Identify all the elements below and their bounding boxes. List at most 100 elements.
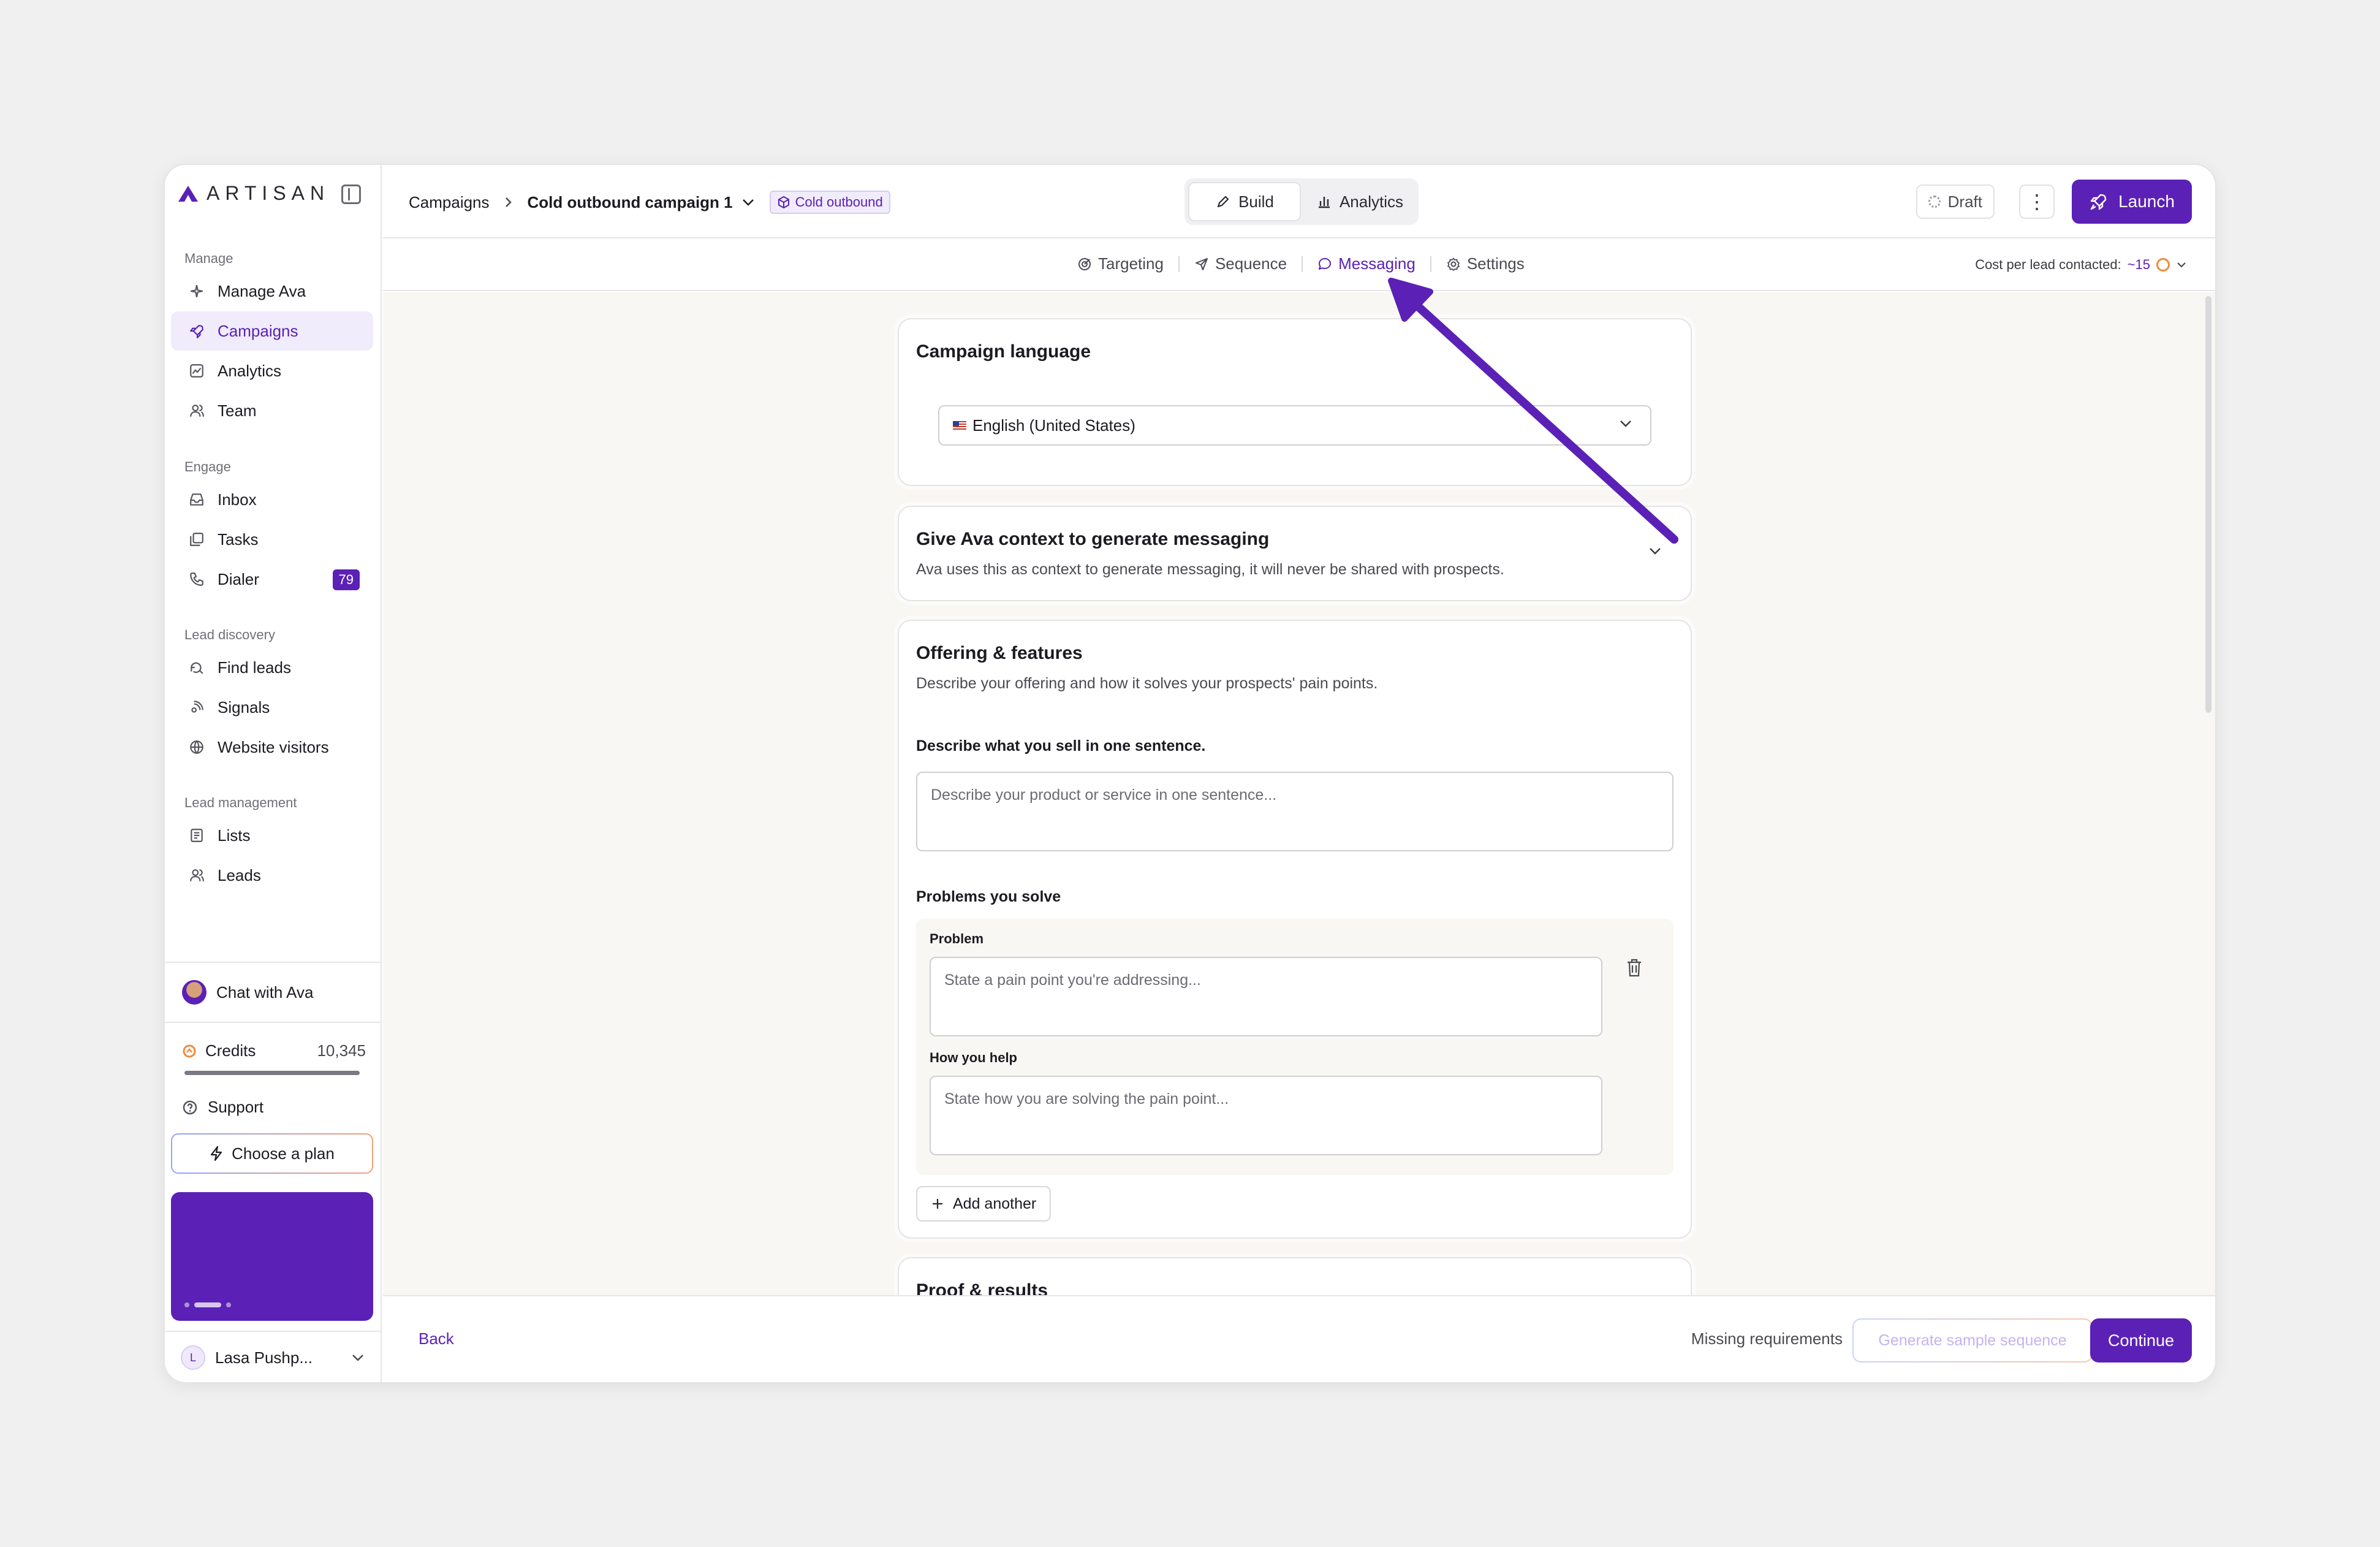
- sell-input[interactable]: Describe your product or service in one …: [916, 772, 1673, 851]
- sidebar-item-dialer[interactable]: Dialer 79: [171, 560, 373, 599]
- us-flag-icon: [953, 421, 966, 430]
- sidebar-item-analytics[interactable]: Analytics: [171, 351, 373, 390]
- analytics-label: Analytics: [1339, 192, 1404, 211]
- sidebar-item-website-visitors[interactable]: Website visitors: [171, 728, 373, 767]
- tab-settings[interactable]: Settings: [1431, 254, 1539, 273]
- sidebar-item-label: Analytics: [218, 361, 282, 380]
- how-you-help-input[interactable]: State how you are solving the pain point…: [930, 1076, 1602, 1155]
- launch-label: Launch: [2118, 192, 2175, 211]
- promo-banner[interactable]: [171, 1192, 373, 1321]
- content-canvas[interactable]: Campaign language English (United States…: [383, 292, 2215, 1295]
- campaign-selector[interactable]: Cold outbound campaign 1: [528, 193, 755, 212]
- back-button[interactable]: Back: [419, 1329, 454, 1348]
- phone-icon: [188, 571, 205, 588]
- sidebar-item-inbox[interactable]: Inbox: [171, 480, 373, 519]
- bar-chart-icon: [1318, 197, 1330, 208]
- sidebar-item-find-leads[interactable]: Find leads: [171, 648, 373, 687]
- users-icon: [188, 867, 205, 884]
- campaign-type-tag: Cold outbound: [769, 191, 890, 214]
- user-menu[interactable]: L Lasa Pushp...: [181, 1345, 365, 1370]
- lightning-icon: [211, 1146, 222, 1161]
- main-area: Campaigns Cold outbound campaign 1 Cold …: [383, 165, 2215, 1382]
- build-mode-button[interactable]: Build: [1188, 182, 1301, 221]
- sidebar: ARTISAN Manage Manage Ava Campaigns Analyti…: [165, 165, 382, 1382]
- breadcrumb-campaigns[interactable]: Campaigns: [409, 193, 490, 212]
- mode-switch: Build Analytics: [1184, 178, 1419, 225]
- add-another-label: Add another: [953, 1195, 1037, 1212]
- problem-input[interactable]: State a pain point you're addressing...: [930, 957, 1602, 1036]
- artisan-logo-icon: [178, 185, 198, 202]
- promo-pagination[interactable]: [184, 1302, 231, 1307]
- credits-label: Credits: [205, 1041, 256, 1060]
- logo[interactable]: ARTISAN: [177, 182, 330, 205]
- missing-requirements-link[interactable]: Missing requirements: [1691, 1329, 1843, 1348]
- step-tabs: Targeting Sequence Messaging Settings: [1063, 254, 1539, 273]
- credits-progress: [184, 1071, 360, 1075]
- user-name: Lasa Pushp...: [215, 1348, 313, 1367]
- list-icon: [188, 827, 205, 844]
- sidebar-item-signals[interactable]: Signals: [171, 688, 373, 727]
- footer-bar: Back Missing requirements Generate sampl…: [383, 1295, 2215, 1382]
- sidebar-item-label: Lists: [218, 826, 251, 845]
- sidebar-item-campaigns[interactable]: Campaigns: [171, 311, 373, 351]
- credits-row[interactable]: Credits 10,345: [182, 1041, 366, 1060]
- draft-status-button[interactable]: Draft: [1916, 184, 1995, 219]
- sidebar-item-lists[interactable]: Lists: [171, 816, 373, 855]
- cost-per-lead[interactable]: Cost per lead contacted: ~15: [1975, 257, 2187, 273]
- breadcrumb: Campaigns Cold outbound campaign 1 Cold …: [409, 191, 890, 214]
- sidebar-item-manage-ava[interactable]: Manage Ava: [171, 272, 373, 311]
- sidebar-item-label: Inbox: [218, 490, 257, 509]
- analytics-mode-button[interactable]: Analytics: [1305, 182, 1415, 221]
- users-icon: [188, 402, 205, 419]
- more-options-icon: ⋮: [2027, 191, 2047, 213]
- section-label-engage: Engage: [184, 459, 231, 474]
- proof-results-card: Proof & results: [898, 1257, 1692, 1295]
- campaign-language-title: Campaign language: [916, 341, 1091, 362]
- send-icon: [1195, 257, 1208, 270]
- support-label: Support: [208, 1098, 264, 1116]
- cost-value: ~15: [2127, 257, 2150, 272]
- add-another-button[interactable]: Add another: [916, 1186, 1052, 1222]
- generate-sample-sequence-button[interactable]: Generate sample sequence: [1852, 1318, 2093, 1363]
- plus-icon: [933, 1199, 942, 1209]
- chart-icon: [188, 362, 205, 379]
- sidebar-item-leads[interactable]: Leads: [171, 856, 373, 895]
- cube-icon: [778, 196, 789, 209]
- scrollbar[interactable]: [2205, 296, 2211, 713]
- sub-navigation: Targeting Sequence Messaging Settings Cost …: [383, 238, 2215, 291]
- sidebar-item-label: Manage Ava: [218, 281, 306, 300]
- coin-icon: [183, 1044, 196, 1057]
- tab-sequence[interactable]: Sequence: [1180, 254, 1302, 273]
- sidebar-item-team[interactable]: Team: [171, 391, 373, 430]
- chevron-right-icon: [505, 197, 512, 207]
- trash-icon[interactable]: [1626, 958, 1643, 978]
- problems-label: Problems you solve: [916, 888, 1061, 905]
- tab-targeting[interactable]: Targeting: [1063, 254, 1178, 273]
- sidebar-divider: [165, 1331, 382, 1332]
- campaign-name: Cold outbound campaign 1: [527, 192, 733, 211]
- draft-label: Draft: [1947, 192, 1982, 211]
- sidebar-item-tasks[interactable]: Tasks: [171, 520, 373, 559]
- language-select[interactable]: English (United States): [938, 405, 1651, 446]
- sidebar-divider: [165, 962, 382, 963]
- chevron-down-icon: [742, 199, 754, 206]
- generate-sample-sequence-label: Generate sample sequence: [1854, 1320, 2091, 1361]
- more-options-button[interactable]: ⋮: [2019, 184, 2055, 219]
- coin-icon: [2156, 258, 2170, 272]
- search-icon: [188, 659, 205, 676]
- tasks-icon: [188, 531, 205, 548]
- sidebar-item-label: Leads: [218, 865, 261, 884]
- globe-icon: [188, 739, 205, 756]
- tab-messaging[interactable]: Messaging: [1303, 254, 1430, 273]
- chevron-down-icon: [2177, 262, 2186, 268]
- launch-button[interactable]: Launch: [2072, 180, 2192, 224]
- sidebar-collapse-icon[interactable]: [341, 184, 361, 204]
- choose-plan-button[interactable]: Choose a plan: [171, 1133, 373, 1174]
- chevron-down-icon[interactable]: [1648, 546, 1662, 556]
- continue-button[interactable]: Continue: [2090, 1318, 2192, 1363]
- support-link[interactable]: Support: [182, 1098, 263, 1117]
- inbox-icon: [188, 491, 205, 508]
- ava-context-card[interactable]: Give Ava context to generate messaging A…: [898, 506, 1692, 601]
- chat-with-ava-button[interactable]: Chat with Ava: [182, 980, 314, 1005]
- gear-icon: [1447, 257, 1460, 271]
